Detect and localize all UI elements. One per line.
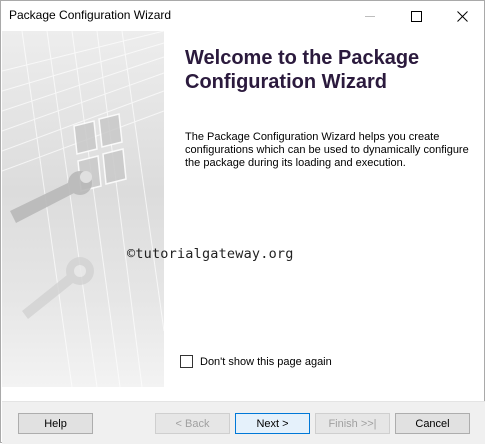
title-bar: Package Configuration Wizard: [1, 1, 484, 31]
next-button[interactable]: Next >: [235, 413, 310, 434]
dont-show-checkbox[interactable]: [180, 355, 193, 368]
wizard-side-illustration: [2, 31, 164, 387]
finish-button[interactable]: Finish >>|: [315, 413, 390, 434]
close-icon: [456, 10, 468, 22]
dont-show-checkbox-row[interactable]: Don't show this page again: [180, 355, 332, 368]
cancel-button[interactable]: Cancel: [395, 413, 470, 434]
wizard-description: The Package Configuration Wizard helps y…: [185, 131, 469, 169]
minimize-button[interactable]: [347, 1, 393, 31]
dont-show-label: Don't show this page again: [200, 355, 332, 368]
maximize-icon: [410, 10, 422, 22]
help-button[interactable]: Help: [18, 413, 93, 434]
page-title: Welcome to the Package Configuration Wiz…: [185, 47, 420, 93]
maximize-button[interactable]: [393, 1, 439, 31]
wizard-footer: Help < Back Next > Finish >>| Cancel: [2, 401, 485, 444]
wizard-window: Package Configuration Wizard Welcome to …: [0, 0, 485, 444]
window-title: Package Configuration Wizard: [9, 8, 172, 22]
watermark-text: ©tutorialgateway.org: [127, 246, 294, 262]
close-button[interactable]: [439, 1, 485, 31]
minimize-icon: [365, 15, 375, 17]
back-button[interactable]: < Back: [155, 413, 230, 434]
